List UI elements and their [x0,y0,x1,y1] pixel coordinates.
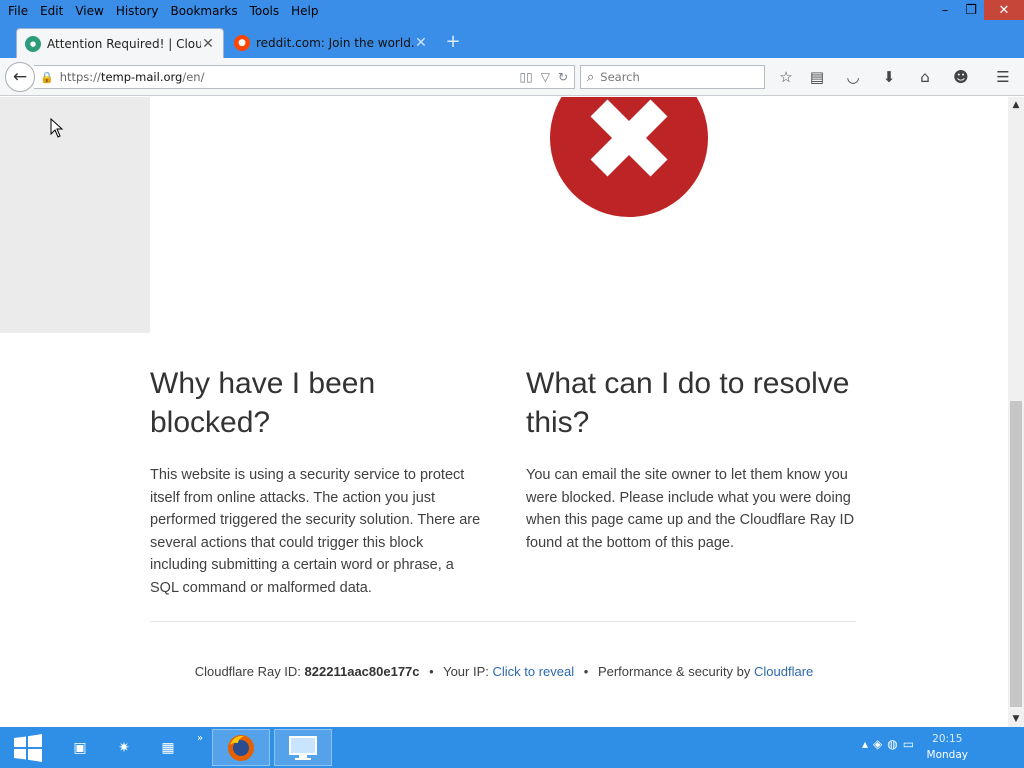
title-bar: File Edit View History Bookmarks Tools H… [0,0,1024,24]
url-path: /en/ [182,70,205,84]
resolve-text: You can email the site owner to let them… [526,467,855,551]
url-actions: ▯▯ ▽ ↻ [519,70,574,84]
url-bar[interactable]: 🔒 https://temp-mail.org/en/ ▯▯ ▽ ↻ [34,65,575,89]
reload-icon[interactable]: ↻ [558,70,568,84]
scroll-down-arrow-icon[interactable]: ▼ [1008,711,1024,727]
bookmarks-list-icon[interactable]: ▤ [807,68,827,86]
show-desktop-icon[interactable]: ▣ [66,729,94,766]
scroll-up-arrow-icon[interactable]: ▲ [1008,97,1024,113]
ray-id-label: Cloudflare Ray ID: [194,664,301,679]
menu-view[interactable]: View [69,2,109,20]
menu-help[interactable]: Help [285,2,324,20]
url-text[interactable]: https://temp-mail.org/en/ [60,70,520,84]
ray-id-value: 822211aac80e177c [304,664,420,679]
new-tab-button[interactable]: + [442,32,464,54]
restore-button[interactable]: ❐ [958,0,984,20]
taskbar-firefox-button[interactable] [212,729,270,766]
menu-history[interactable]: History [110,2,165,20]
display-icon[interactable]: ▭ [903,737,914,751]
cloudflare-footer: Cloudflare Ray ID: 822211aac80e177c • Yo… [0,664,1008,679]
monitor-icon [289,735,317,760]
tab-attention-required[interactable]: ● Attention Required! | Cloud... ✕ [16,28,224,58]
temp-mail-favicon-icon: ● [25,35,41,52]
system-clock[interactable]: 20:15 Monday [927,731,968,763]
reveal-ip-link[interactable]: Click to reveal [493,664,575,679]
taskbar: ▣ ✷ ▦ » ▴ ◈ ◍ ▭ 20:15 Monday [0,727,1024,768]
page-viewport: Why have I been blocked? This website is… [0,97,1008,727]
hamburger-menu-icon[interactable]: ☰ [993,68,1013,86]
hello-chat-icon[interactable]: ☻ [951,68,971,86]
search-bar[interactable]: ⌕ [580,65,765,89]
tab-strip: ● Attention Required! | Cloud... ✕ ● red… [0,24,1024,60]
lock-icon[interactable]: 🔒 [40,71,54,84]
window-controls: – ❐ ✕ [932,0,1024,20]
why-blocked-section: Why have I been blocked? This website is… [150,364,482,599]
navigation-toolbar: 🔒 https://temp-mail.org/en/ ▯▯ ▽ ↻ ← ⌕ ☆… [0,58,1024,96]
back-button[interactable]: ← [5,62,35,92]
tab-reddit[interactable]: ● reddit.com: Join the world... ✕ [226,28,436,58]
clock-time: 20:15 [932,733,963,745]
bookmark-star-icon[interactable]: ☆ [776,68,796,86]
security-shield-icon[interactable]: ◈ [873,737,882,751]
minimize-button[interactable]: – [932,0,958,20]
cloudflare-link[interactable]: Cloudflare [754,664,813,679]
home-icon[interactable]: ⌂ [915,68,935,86]
menu-bar: File Edit View History Bookmarks Tools H… [2,2,325,20]
windows-logo-icon [14,733,42,762]
menu-file[interactable]: File [2,2,34,20]
reddit-favicon-icon: ● [234,35,250,51]
start-button[interactable] [6,729,50,766]
network-icon[interactable]: ◍ [887,737,897,751]
search-icon: ⌕ [587,69,595,85]
tab-close-icon[interactable]: ✕ [414,35,428,51]
scroll-thumb[interactable] [1010,401,1022,707]
performance-label: Performance & security by [597,664,751,679]
url-domain: temp-mail.org [100,70,183,84]
vertical-scrollbar[interactable]: ▲ ▼ [1008,97,1024,727]
why-blocked-heading: Why have I been blocked? [150,367,376,439]
taskbar-remote-desktop-button[interactable] [274,729,332,766]
menu-tools[interactable]: Tools [244,2,286,20]
menu-bookmarks[interactable]: Bookmarks [165,2,244,20]
search-input[interactable] [600,70,751,84]
menu-edit[interactable]: Edit [34,2,69,20]
reader-view-icon[interactable]: ▯▯ [519,70,532,84]
downloads-icon[interactable]: ⬇ [879,68,899,86]
back-arrow-icon: ← [12,67,28,87]
error-x-icon [550,97,708,217]
dropdown-arrow-icon[interactable]: ▽ [541,70,550,84]
tray-arrow-icon[interactable]: ▴ [862,737,868,751]
resolve-section: What can I do to resolve this? You can e… [526,364,858,554]
tab-title: reddit.com: Join the world... [256,36,414,50]
more-items-chevron-icon[interactable]: » [192,729,208,766]
mouse-pointer-icon [50,117,64,142]
media-center-icon[interactable]: ▦ [154,729,182,766]
resolve-heading: What can I do to resolve this? [526,367,850,439]
pinned-app-icon[interactable]: ✷ [110,729,138,766]
url-scheme: https:// [59,70,101,84]
close-window-button[interactable]: ✕ [984,0,1024,20]
why-blocked-text: This website is using a security service… [150,467,481,596]
clock-day: Monday [926,749,968,761]
footer-divider [150,621,856,622]
tab-title: Attention Required! | Cloud... [47,36,201,51]
footer-separator: • [429,664,434,679]
tab-close-icon[interactable]: ✕ [201,36,215,52]
blank-placeholder-box [0,97,150,333]
firefox-icon [228,734,254,761]
system-tray: ▴ ◈ ◍ ▭ [862,737,914,751]
your-ip-label: Your IP: [443,664,489,679]
pocket-icon[interactable]: ◡ [843,68,863,86]
footer-separator: • [583,664,589,679]
